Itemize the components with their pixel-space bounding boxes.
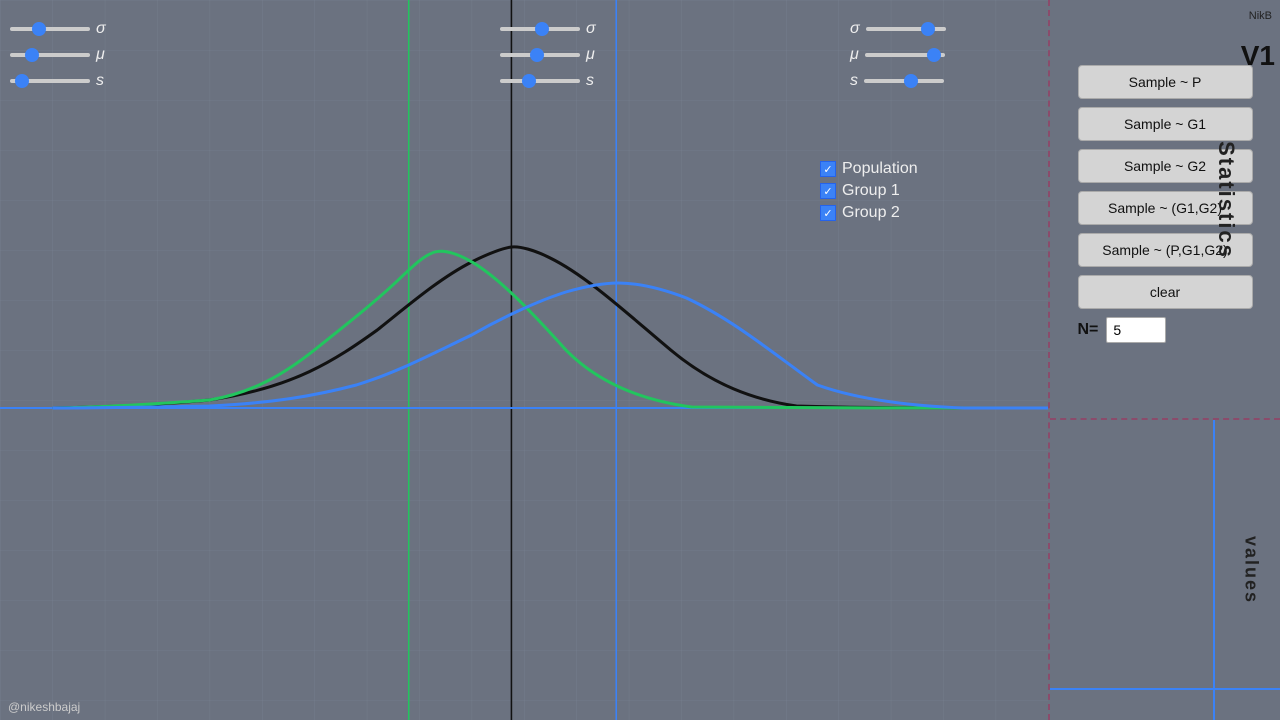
left-sigma-track[interactable] bbox=[10, 27, 90, 31]
left-s-thumb[interactable] bbox=[15, 74, 29, 88]
sample-g1-button[interactable]: Sample ~ G1 bbox=[1078, 107, 1253, 141]
mid-mu-track[interactable] bbox=[500, 53, 580, 57]
legend-group2-label: Group 2 bbox=[842, 204, 900, 222]
legend-group2[interactable]: ✓ Group 2 bbox=[820, 204, 918, 222]
right-panel: NikB V1 Sample ~ P Sample ~ G1 Sample ~ … bbox=[1050, 0, 1280, 720]
right-s-track[interactable] bbox=[864, 79, 944, 83]
left-sigma-row: σ bbox=[10, 20, 106, 38]
legend-population[interactable]: ✓ Population bbox=[820, 160, 918, 178]
clear-button[interactable]: clear bbox=[1078, 275, 1253, 309]
mid-mu-label: μ bbox=[586, 46, 595, 64]
chart-area: σ μ s σ bbox=[0, 0, 1050, 720]
values-label: values bbox=[1240, 536, 1261, 604]
mid-sigma-label: σ bbox=[586, 20, 596, 38]
right-mu-label: μ bbox=[850, 46, 859, 64]
v1-label: V1 bbox=[1241, 40, 1275, 72]
right-sigma-row: σ bbox=[850, 20, 952, 38]
right-panel-bottom: values bbox=[1050, 420, 1280, 720]
legend-population-label: Population bbox=[842, 160, 918, 178]
left-mu-row: μ bbox=[10, 46, 106, 64]
mid-sigma-row: σ bbox=[500, 20, 596, 38]
legend-group1[interactable]: ✓ Group 1 bbox=[820, 182, 918, 200]
sample-p-button[interactable]: Sample ~ P bbox=[1078, 65, 1253, 99]
mid-mu-row: μ bbox=[500, 46, 596, 64]
blue-horizontal-line-bottom bbox=[1050, 688, 1280, 690]
mid-mu-thumb[interactable] bbox=[530, 48, 544, 62]
right-s-thumb[interactable] bbox=[904, 74, 918, 88]
left-sliders-group: σ μ s bbox=[10, 20, 106, 98]
mid-s-label: s bbox=[586, 72, 594, 90]
mid-sigma-track[interactable] bbox=[500, 27, 580, 31]
n-row: N= bbox=[1078, 317, 1253, 343]
right-sliders-group: σ μ s bbox=[850, 20, 952, 98]
left-mu-thumb[interactable] bbox=[25, 48, 39, 62]
legend-group1-label: Group 1 bbox=[842, 182, 900, 200]
left-sigma-label: σ bbox=[96, 20, 106, 38]
left-mu-label: μ bbox=[96, 46, 105, 64]
statistics-label: Statistics bbox=[1213, 141, 1239, 259]
right-sigma-track[interactable] bbox=[866, 27, 946, 31]
mid-sliders-group: σ μ s bbox=[500, 20, 596, 98]
legend-group1-check[interactable]: ✓ bbox=[820, 183, 836, 199]
right-sigma-label: σ bbox=[850, 20, 860, 38]
n-input[interactable] bbox=[1106, 317, 1166, 343]
left-mu-track[interactable] bbox=[10, 53, 90, 57]
legend-population-check[interactable]: ✓ bbox=[820, 161, 836, 177]
chart-svg bbox=[0, 0, 1048, 720]
right-mu-track[interactable] bbox=[865, 53, 945, 57]
left-sigma-thumb[interactable] bbox=[32, 22, 46, 36]
right-mu-thumb[interactable] bbox=[927, 48, 941, 62]
left-s-label: s bbox=[96, 72, 104, 90]
right-s-label: s bbox=[850, 72, 858, 90]
right-panel-top: NikB V1 Sample ~ P Sample ~ G1 Sample ~ … bbox=[1050, 0, 1280, 420]
left-s-track[interactable] bbox=[10, 79, 90, 83]
right-mu-row: μ bbox=[850, 46, 952, 64]
n-label: N= bbox=[1078, 321, 1099, 339]
right-s-row: s bbox=[850, 72, 952, 90]
left-s-row: s bbox=[10, 72, 106, 90]
mid-s-track[interactable] bbox=[500, 79, 580, 83]
mid-s-row: s bbox=[500, 72, 596, 90]
blue-vertical-line-bottom bbox=[1213, 420, 1215, 720]
right-sigma-thumb[interactable] bbox=[921, 22, 935, 36]
mid-sigma-thumb[interactable] bbox=[535, 22, 549, 36]
watermark: @nikeshbajaj bbox=[8, 700, 80, 714]
nikb-label: NikB bbox=[1249, 10, 1272, 22]
legend: ✓ Population ✓ Group 1 ✓ Group 2 bbox=[820, 160, 918, 222]
legend-group2-check[interactable]: ✓ bbox=[820, 205, 836, 221]
mid-s-thumb[interactable] bbox=[522, 74, 536, 88]
